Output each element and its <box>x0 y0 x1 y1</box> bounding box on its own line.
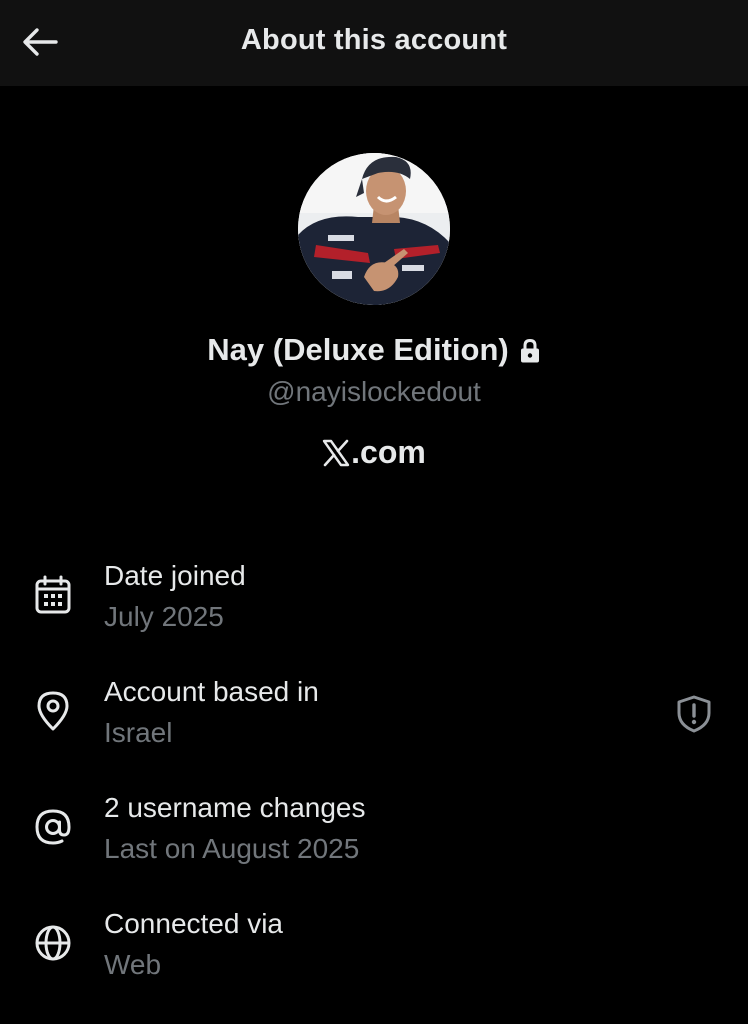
display-name-row: Nay (Deluxe Edition) <box>0 332 748 368</box>
top-bar: About this account <box>0 0 748 86</box>
at-sign-icon <box>32 806 74 848</box>
username-changes-row: 2 username changes Last on August 2025 <box>0 792 748 882</box>
username-changes-label: 2 username changes <box>104 792 366 823</box>
connected-via-row: Connected via Web <box>0 908 748 998</box>
display-name: Nay (Deluxe Edition) <box>207 332 509 367</box>
globe-icon <box>32 922 74 964</box>
connected-via-label: Connected via <box>104 908 284 939</box>
connected-via-value: Web <box>104 949 162 980</box>
calendar-icon <box>32 574 74 616</box>
location-pin-icon <box>32 690 74 732</box>
platform-link: .com <box>0 434 748 471</box>
account-location-value: Israel <box>104 717 173 748</box>
platform-domain: .com <box>351 434 426 470</box>
account-location-row: Account based in Israel <box>0 676 748 766</box>
x-logo-icon <box>322 439 350 466</box>
avatar[interactable] <box>298 153 450 305</box>
account-location-label: Account based in <box>104 676 319 707</box>
date-joined-label: Date joined <box>104 560 246 591</box>
location-info-button[interactable] <box>674 694 714 734</box>
avatar-photo <box>298 153 450 305</box>
shield-alert-icon <box>677 695 711 733</box>
date-joined-row: Date joined July 2025 <box>0 560 748 650</box>
lock-icon <box>520 338 539 363</box>
account-handle: @nayislockedout <box>267 376 481 407</box>
date-joined-value: July 2025 <box>104 601 224 632</box>
page-title: About this account <box>240 24 508 56</box>
username-changes-value: Last on August 2025 <box>104 833 360 864</box>
